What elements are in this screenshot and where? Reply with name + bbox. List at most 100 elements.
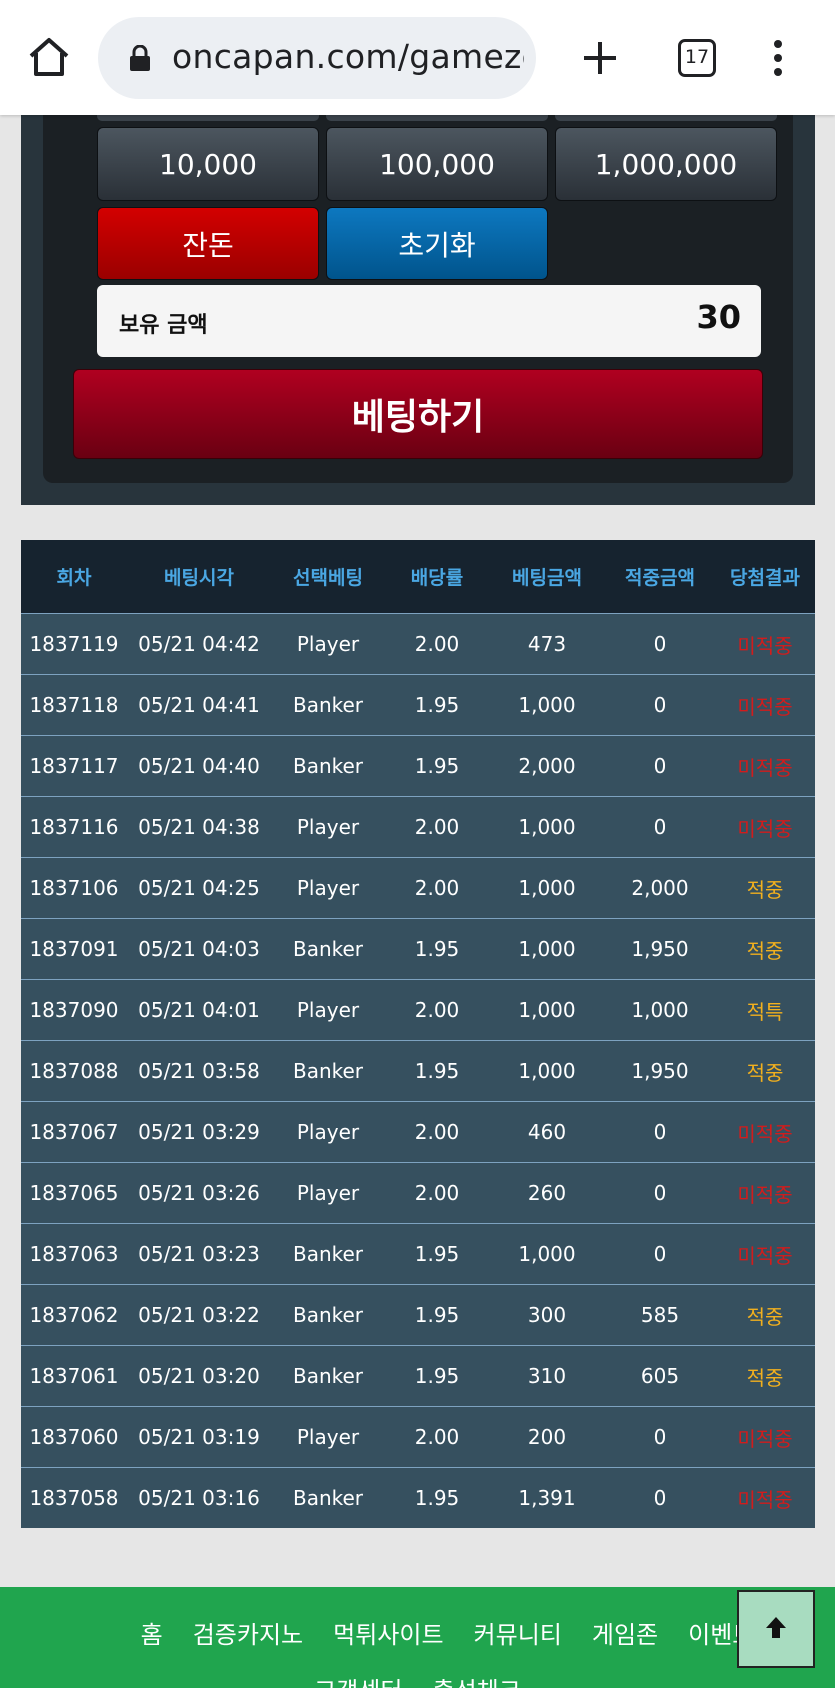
lock-icon bbox=[128, 44, 152, 71]
round-cell: 1837062 bbox=[29, 1303, 119, 1327]
bet-time-cell: 05/21 04:38 bbox=[138, 815, 260, 839]
odds-cell: 1.95 bbox=[414, 693, 460, 717]
odds-cell: 2.00 bbox=[414, 998, 460, 1022]
round-cell: 1837065 bbox=[29, 1181, 119, 1205]
chip-row-partial bbox=[97, 115, 319, 121]
bet-time-cell: 05/21 04:41 bbox=[138, 693, 260, 717]
round-cell: 1837067 bbox=[29, 1120, 119, 1144]
table-row: 1837063 05/21 03:23 Banker 1.95 1,000 0 미적중 bbox=[21, 1223, 815, 1284]
balance-button[interactable]: 잔돈 bbox=[97, 207, 319, 280]
nav-scam-sites[interactable]: 먹튀사이트 bbox=[333, 1615, 443, 1650]
odds-cell: 1.95 bbox=[414, 754, 460, 778]
nav-game-zone[interactable]: 게임존 bbox=[592, 1615, 658, 1650]
odds-cell: 1.95 bbox=[414, 1059, 460, 1083]
selection-cell: Banker bbox=[292, 937, 364, 961]
col-bet-amount: 베팅금액 bbox=[512, 567, 582, 589]
nav-attendance[interactable]: 출석체크 bbox=[433, 1671, 521, 1688]
odds-cell: 1.95 bbox=[414, 1486, 460, 1510]
bet-time-cell: 05/21 03:58 bbox=[138, 1059, 260, 1083]
round-cell: 1837118 bbox=[29, 693, 119, 717]
result-cell: 미적중 bbox=[737, 755, 793, 780]
table-row: 1837088 05/21 03:58 Banker 1.95 1,000 1,950 적중 bbox=[21, 1040, 815, 1101]
bet-time-cell: 05/21 04:40 bbox=[138, 754, 260, 778]
nav-community[interactable]: 커뮤니티 bbox=[474, 1615, 562, 1650]
bet-amount-cell: 473 bbox=[527, 632, 567, 656]
chip-1000000-button[interactable]: 1,000,000 bbox=[555, 127, 777, 201]
bet-time-cell: 05/21 04:03 bbox=[138, 937, 260, 961]
table-row: 1837116 05/21 04:38 Player 2.00 1,000 0 미적중 bbox=[21, 796, 815, 857]
arrow-up-icon bbox=[761, 1612, 791, 1646]
bet-amount-cell: 1,000 bbox=[518, 1242, 576, 1266]
table-row: 1837065 05/21 03:26 Player 2.00 260 0 미적중 bbox=[21, 1162, 815, 1223]
win-amount-cell: 605 bbox=[640, 1364, 680, 1388]
held-amount-label: 보유 금액 bbox=[119, 313, 208, 338]
nav-customer-center[interactable]: 고객센터 bbox=[314, 1671, 402, 1688]
selection-cell: Banker bbox=[292, 693, 364, 717]
odds-cell: 2.00 bbox=[414, 1181, 460, 1205]
result-cell: 미적중 bbox=[737, 1243, 793, 1268]
reset-button[interactable]: 초기화 bbox=[326, 207, 548, 280]
scroll-to-top-button[interactable] bbox=[737, 1590, 815, 1668]
selection-cell: Banker bbox=[292, 1059, 364, 1083]
footer-nav-row2: 고객센터 출석체크 bbox=[0, 1671, 835, 1688]
odds-cell: 2.00 bbox=[414, 876, 460, 900]
bet-amount-cell: 1,000 bbox=[518, 998, 576, 1022]
bet-amount-cell: 200 bbox=[527, 1425, 567, 1449]
round-cell: 1837063 bbox=[29, 1242, 119, 1266]
bet-time-cell: 05/21 04:01 bbox=[138, 998, 260, 1022]
bet-amount-cell: 310 bbox=[527, 1364, 567, 1388]
home-icon[interactable] bbox=[26, 34, 72, 80]
nav-home[interactable]: 홈 bbox=[141, 1615, 163, 1650]
col-odds: 배당률 bbox=[410, 567, 464, 589]
result-cell: 적중 bbox=[746, 1365, 784, 1390]
bet-amount-cell: 1,000 bbox=[518, 1059, 576, 1083]
bet-amount-cell: 2,000 bbox=[518, 754, 576, 778]
held-amount-field: 보유 금액 30 bbox=[97, 285, 761, 357]
bet-amount-cell: 1,391 bbox=[518, 1486, 576, 1510]
place-bet-button[interactable]: 베팅하기 bbox=[73, 369, 763, 459]
result-cell: 적중 bbox=[746, 938, 784, 963]
footer-nav-row1: 홈 검증카지노 먹튀사이트 커뮤니티 게임존 이벤트 bbox=[0, 1615, 835, 1650]
selection-cell: Player bbox=[296, 815, 360, 839]
win-amount-cell: 1,000 bbox=[631, 998, 689, 1022]
odds-cell: 1.95 bbox=[414, 1364, 460, 1388]
bet-time-cell: 05/21 04:42 bbox=[138, 632, 260, 656]
col-bet-time: 베팅시각 bbox=[164, 567, 234, 589]
odds-cell: 1.95 bbox=[414, 1303, 460, 1327]
table-row: 1837058 05/21 03:16 Banker 1.95 1,391 0 미적중 bbox=[21, 1467, 815, 1528]
table-row: 1837090 05/21 04:01 Player 2.00 1,000 1,000 적특 bbox=[21, 979, 815, 1040]
chip-row-partial bbox=[555, 115, 777, 121]
address-bar[interactable]: oncapan.com/gamezo bbox=[98, 17, 536, 99]
selection-cell: Banker bbox=[292, 1242, 364, 1266]
selection-cell: Player bbox=[296, 1425, 360, 1449]
chip-100000-button[interactable]: 100,000 bbox=[326, 127, 548, 201]
result-cell: 미적중 bbox=[737, 694, 793, 719]
tab-switcher-button[interactable]: 17 bbox=[678, 39, 716, 77]
new-tab-icon[interactable] bbox=[580, 38, 620, 78]
table-row: 1837067 05/21 03:29 Player 2.00 460 0 미적중 bbox=[21, 1101, 815, 1162]
chip-10000-button[interactable]: 10,000 bbox=[97, 127, 319, 201]
result-cell: 미적중 bbox=[737, 1487, 793, 1512]
result-cell: 적중 bbox=[746, 1060, 784, 1085]
selection-cell: Banker bbox=[292, 1486, 364, 1510]
bet-amount-cell: 460 bbox=[527, 1120, 567, 1144]
round-cell: 1837119 bbox=[29, 632, 119, 656]
bet-time-cell: 05/21 03:22 bbox=[138, 1303, 260, 1327]
win-amount-cell: 1,950 bbox=[631, 1059, 689, 1083]
more-menu-icon[interactable] bbox=[770, 38, 786, 78]
bet-time-cell: 05/21 03:19 bbox=[138, 1425, 260, 1449]
table-header: 회차 베팅시각 선택베팅 배당률 베팅금액 적중금액 당첨결과 bbox=[21, 540, 815, 613]
odds-cell: 2.00 bbox=[414, 632, 460, 656]
table-row: 1837061 05/21 03:20 Banker 1.95 310 605 적중 bbox=[21, 1345, 815, 1406]
table-row: 1837062 05/21 03:22 Banker 1.95 300 585 적중 bbox=[21, 1284, 815, 1345]
bet-time-cell: 05/21 03:29 bbox=[138, 1120, 260, 1144]
round-cell: 1837058 bbox=[29, 1486, 119, 1510]
selection-cell: Player bbox=[296, 1120, 360, 1144]
nav-verified-casino[interactable]: 검증카지노 bbox=[193, 1615, 303, 1650]
bet-amount-cell: 300 bbox=[527, 1303, 567, 1327]
selection-cell: Banker bbox=[292, 1303, 364, 1327]
selection-cell: Player bbox=[296, 998, 360, 1022]
held-amount-value: 30 bbox=[696, 298, 741, 336]
selection-cell: Banker bbox=[292, 754, 364, 778]
table-row: 1837106 05/21 04:25 Player 2.00 1,000 2,000 적중 bbox=[21, 857, 815, 918]
